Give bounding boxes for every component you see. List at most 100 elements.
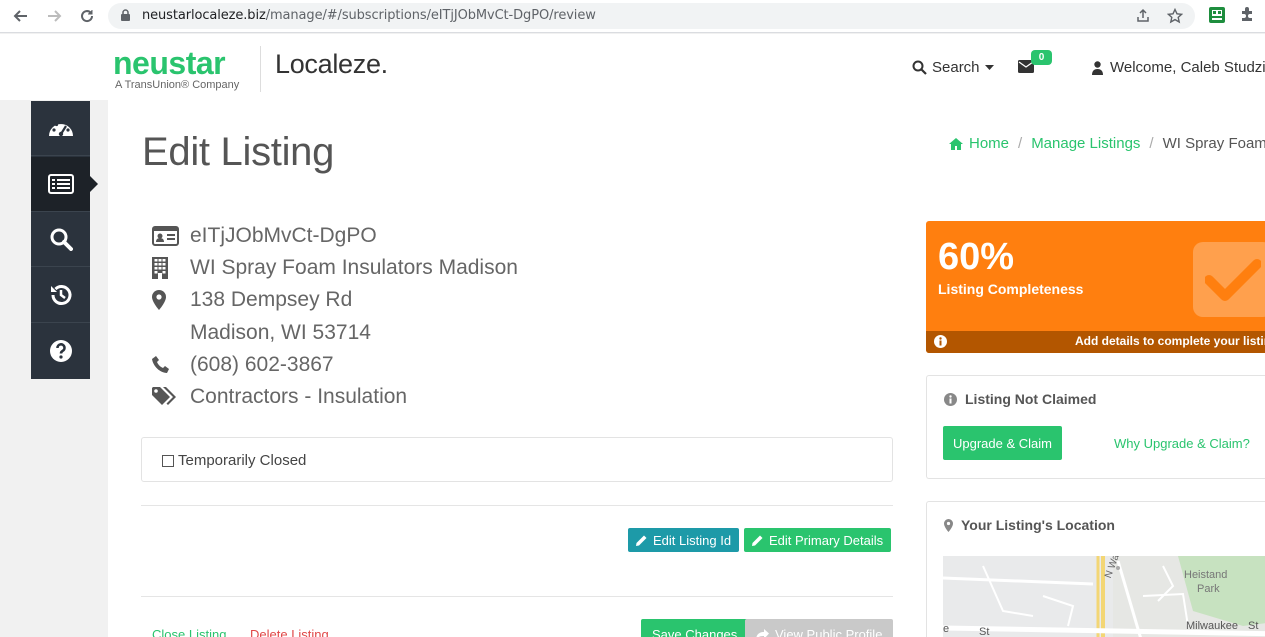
why-upgrade-link[interactable]: Why Upgrade & Claim? <box>1114 436 1250 451</box>
help-icon <box>49 339 72 362</box>
extensions-puzzle-icon[interactable] <box>1239 6 1256 23</box>
listing-address-row: 138 Dempsey Rd <box>152 288 352 312</box>
map-marker-icon <box>152 290 166 310</box>
url-path: /manage/#/subscriptions/eITjJObMvCt-DgPO… <box>265 8 596 23</box>
breadcrumb-manage-listings[interactable]: Manage Listings <box>1031 135 1140 152</box>
history-icon <box>50 285 71 305</box>
view-public-profile-button[interactable]: View Public Profile <box>745 619 894 637</box>
temporarily-closed-box: Temporarily Closed <box>141 437 893 482</box>
caret-down-icon <box>984 64 994 70</box>
pencil-icon <box>752 535 763 546</box>
user-icon <box>1092 60 1103 75</box>
listing-completeness-card: 60% Listing Completeness Add details to … <box>926 221 1265 353</box>
address-bar[interactable]: neustarlocaleze.biz/manage/#/subscriptio… <box>108 3 1195 29</box>
breadcrumb-separator: / <box>1149 135 1154 152</box>
listing-address-line1: 138 Dempsey Rd <box>190 288 353 311</box>
claim-panel-title: Listing Not Claimed <box>944 391 1096 407</box>
breadcrumb: Home / Manage Listings / WI Spray Foam <box>949 135 1265 152</box>
forward-button[interactable] <box>42 4 66 28</box>
map-label-milwaukee: Milwaukee <box>1186 620 1238 632</box>
map-label-st: St <box>1248 620 1259 632</box>
edit-primary-details-button[interactable]: Edit Primary Details <box>744 528 892 552</box>
sidebar-item-history[interactable] <box>31 268 90 323</box>
view-public-profile-label: View Public Profile <box>775 626 883 637</box>
back-button[interactable] <box>9 4 33 28</box>
search-label: Search <box>932 59 980 76</box>
reload-icon <box>81 10 94 23</box>
page-title: Edit Listing <box>142 130 335 174</box>
url-domain: neustarlocaleze.biz <box>142 8 266 23</box>
listing-category: Contractors - Insulation <box>190 385 408 408</box>
save-changes-label: Save Changes <box>652 626 738 637</box>
edit-primary-details-label: Edit Primary Details <box>769 532 884 548</box>
sidebar-item-search[interactable] <box>31 212 90 267</box>
home-icon <box>949 137 963 150</box>
divider <box>141 596 893 597</box>
share-icon[interactable] <box>1135 8 1151 24</box>
listing-address-row-2: Madison, WI 53714 <box>152 321 371 345</box>
delete-listing-link[interactable]: Delete Listing <box>250 627 329 637</box>
app-header: neustar A TransUnion® Company Localeze. … <box>0 34 1265 100</box>
close-listing-link[interactable]: Close Listing <box>152 627 226 637</box>
listing-location-panel: Your Listing's Location Heistand Park Mi… <box>926 501 1265 637</box>
back-arrow-icon <box>13 10 27 22</box>
listing-phone: (608) 602-3867 <box>190 353 334 376</box>
bookmark-star-icon[interactable] <box>1167 8 1183 24</box>
header-search-dropdown[interactable]: Search <box>912 59 994 76</box>
sidebar <box>31 101 98 379</box>
temporarily-closed-option[interactable]: Temporarily Closed <box>162 452 306 469</box>
main-content: Edit Listing Home / Manage Listings / WI… <box>108 100 1265 637</box>
location-map[interactable]: Heistand Park Milwaukee St e St N Walbri… <box>943 556 1265 637</box>
completeness-label: Listing Completeness <box>938 281 1084 297</box>
lock-icon <box>121 9 130 21</box>
breadcrumb-separator: / <box>1018 135 1023 152</box>
save-changes-button[interactable]: Save Changes <box>641 619 749 637</box>
breadcrumb-home[interactable]: Home <box>969 135 1009 152</box>
phone-icon <box>152 356 169 373</box>
breadcrumb-current: WI Spray Foam <box>1162 135 1265 152</box>
sidebar-item-help[interactable] <box>31 323 90 378</box>
map-marker-icon <box>944 518 953 532</box>
listing-category-row: Contractors - Insulation <box>152 385 407 409</box>
list-icon <box>47 174 74 194</box>
search-icon <box>912 60 927 75</box>
neustar-logo[interactable]: neustar <box>113 45 226 82</box>
temporarily-closed-checkbox[interactable] <box>162 454 174 467</box>
completeness-footer[interactable]: Add details to complete your listing <box>926 331 1265 353</box>
edit-listing-id-button[interactable]: Edit Listing Id <box>628 528 740 552</box>
divider <box>141 505 893 506</box>
upgrade-claim-label: Upgrade & Claim <box>953 435 1052 451</box>
browser-toolbar: neustarlocaleze.biz/manage/#/subscriptio… <box>0 0 1265 33</box>
listing-id: eITjJObMvCt-DgPO <box>190 224 377 247</box>
info-circle-icon <box>944 392 957 406</box>
forward-arrow-icon <box>48 10 62 22</box>
pencil-icon <box>636 535 647 546</box>
checkmark-icon <box>1193 242 1265 317</box>
building-icon <box>152 257 168 279</box>
logo-divider <box>260 46 261 92</box>
user-menu[interactable]: Welcome, Caleb Studzi <box>1092 59 1265 76</box>
map-label-corner-st: St <box>979 626 990 637</box>
location-panel-title: Your Listing's Location <box>944 517 1115 533</box>
map-label-park-2: Park <box>1197 583 1220 595</box>
claim-title-text: Listing Not Claimed <box>965 391 1097 407</box>
sidebar-item-listings[interactable] <box>31 157 98 212</box>
listing-claim-panel: Listing Not Claimed Upgrade & Claim Why … <box>926 375 1265 479</box>
map-label-corner: e <box>943 623 950 635</box>
tags-icon <box>152 387 176 405</box>
reload-button[interactable] <box>75 4 99 28</box>
welcome-text: Welcome, Caleb Studzi <box>1110 59 1265 76</box>
listing-name-row: WI Spray Foam Insulators Madison <box>152 256 518 280</box>
dashboard-icon <box>48 120 73 137</box>
sidebar-item-dashboard[interactable] <box>31 101 90 156</box>
listing-id-row: eITjJObMvCt-DgPO <box>152 224 377 248</box>
id-card-icon <box>152 226 179 246</box>
completeness-percent: 60% <box>938 236 1015 278</box>
temporarily-closed-label: Temporarily Closed <box>178 452 307 469</box>
extension-green-icon[interactable] <box>1208 6 1226 24</box>
upgrade-claim-button[interactable]: Upgrade & Claim <box>943 426 1062 460</box>
share-arrow-icon <box>756 628 769 637</box>
listing-phone-row: (608) 602-3867 <box>152 353 334 377</box>
localeze-logo[interactable]: Localeze. <box>275 49 388 80</box>
listing-name: WI Spray Foam Insulators Madison <box>190 256 518 279</box>
